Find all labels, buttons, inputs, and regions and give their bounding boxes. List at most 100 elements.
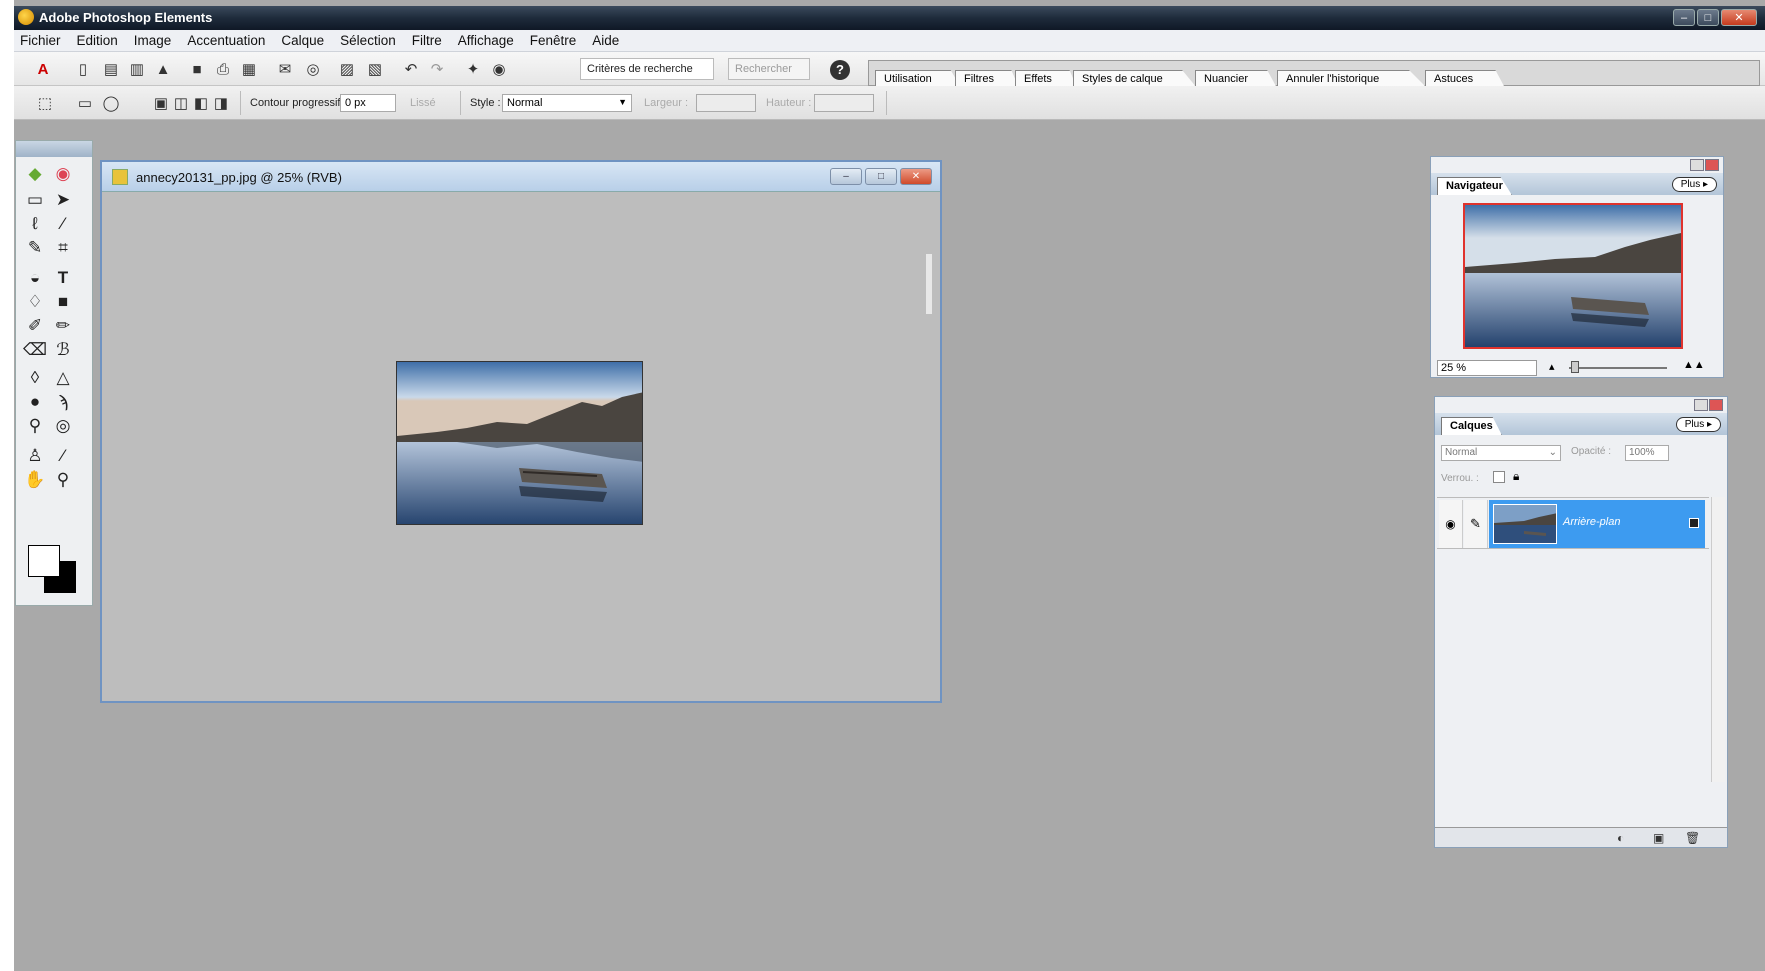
width-input[interactable] — [696, 94, 756, 112]
selection-mode-icon[interactable]: ⬚ — [36, 94, 54, 112]
foreground-color-swatch[interactable] — [28, 545, 60, 577]
intersect-selection-icon[interactable]: ◨ — [212, 94, 230, 112]
layers-scrollbar[interactable] — [1711, 497, 1725, 782]
dodge-tool-icon[interactable]: ⚲ — [24, 415, 46, 437]
new-selection-icon[interactable]: ▣ — [152, 94, 170, 112]
add-selection-icon[interactable]: ◫ — [172, 94, 190, 112]
sponge-tool-icon[interactable]: ● — [24, 391, 46, 413]
scanner-icon[interactable]: ▥ — [128, 60, 146, 78]
layers-close-button[interactable] — [1709, 399, 1723, 411]
web-icon[interactable]: ▦ — [240, 60, 258, 78]
zoom-out-icon[interactable]: ▴ — [1549, 360, 1555, 373]
layers-minimize-button[interactable] — [1694, 399, 1708, 411]
help-icon[interactable]: ? — [830, 60, 850, 80]
navigator-thumbnail[interactable] — [1463, 203, 1683, 349]
opacity-input[interactable]: 100% — [1625, 445, 1669, 461]
eraser-tool-icon[interactable]: ⌫ — [23, 339, 47, 361]
blend-mode-select[interactable]: Normal ⌄ — [1441, 445, 1561, 461]
visibility-eye-icon[interactable]: ◉ — [1439, 500, 1463, 548]
impressionist-brush-icon[interactable]: ℬ — [52, 339, 74, 361]
marquee-tool-icon[interactable]: ▭ — [24, 189, 46, 211]
camera-import-icon[interactable]: ▲ — [154, 60, 172, 78]
menu-fichier[interactable]: Fichier — [20, 33, 61, 48]
move-tool-icon[interactable]: ➤ — [52, 189, 74, 211]
red-eye-tool-icon[interactable]: ◉ — [52, 163, 74, 185]
crop-tool-icon[interactable]: ⌗ — [52, 237, 74, 259]
selection-brush-icon[interactable]: ✎ — [24, 237, 46, 259]
eyedropper-icon[interactable]: ⁄ — [52, 445, 74, 467]
zoom-input[interactable]: 25 % — [1437, 360, 1537, 376]
new-adjustment-layer-icon[interactable]: ◐ — [1617, 831, 1624, 845]
share-icon[interactable]: ◎ — [304, 60, 322, 78]
menu-aide[interactable]: Aide — [592, 33, 619, 48]
cookie-cutter-icon[interactable]: ◒ — [24, 267, 46, 289]
search-input[interactable]: Critères de recherche — [580, 58, 714, 80]
delete-layer-icon[interactable]: 🗑︎ — [1685, 831, 1700, 845]
navigator-close-button[interactable] — [1705, 159, 1719, 171]
menu-accentuation[interactable]: Accentuation — [187, 33, 265, 48]
doc-close-button[interactable]: ✕ — [900, 168, 932, 185]
doc-minimize-button[interactable]: – — [830, 168, 862, 185]
lock-all-icon[interactable]: 🔒︎ — [1513, 469, 1519, 484]
quick-fix-icon[interactable]: ✦ — [464, 60, 482, 78]
clone-stamp-icon[interactable]: ♙ — [24, 445, 46, 467]
brush-tool-icon[interactable]: ✐ — [24, 315, 46, 337]
adobe-logo-icon[interactable]: A — [34, 60, 52, 78]
pencil-tool-icon[interactable]: ✏ — [52, 315, 74, 337]
burn-tool-icon[interactable]: ◎ — [52, 415, 74, 437]
undo-icon[interactable]: ↶ — [402, 60, 420, 78]
navigator-minimize-button[interactable] — [1690, 159, 1704, 171]
height-input[interactable] — [814, 94, 874, 112]
toolbox-header[interactable] — [16, 141, 92, 157]
save-icon[interactable]: ■ — [188, 60, 206, 78]
style-select[interactable]: Normal ▼ — [502, 94, 632, 112]
sharpen-tool-icon[interactable]: △ — [52, 367, 74, 389]
quick-fix-tool-icon[interactable]: ◆ — [24, 163, 46, 185]
navigator-more-button[interactable]: Plus ▸ — [1671, 177, 1717, 192]
blur-tool-icon[interactable]: ◊ — [24, 367, 46, 389]
type-tool-icon[interactable]: T — [52, 267, 74, 289]
doc-maximize-button[interactable]: □ — [865, 168, 897, 185]
attach-icon[interactable]: ✉ — [276, 60, 294, 78]
print-icon[interactable]: ⎙ — [214, 60, 232, 78]
open-file-icon[interactable]: ▤ — [102, 60, 120, 78]
zoom-tool-icon[interactable]: ⚲ — [52, 469, 74, 491]
new-file-icon[interactable]: ▯ — [74, 60, 92, 78]
minimize-button[interactable]: – — [1673, 9, 1695, 26]
zoom-in-icon[interactable]: ▲▲ — [1683, 359, 1705, 371]
smudge-tool-icon[interactable]: ϡ — [52, 391, 74, 413]
layers-tab[interactable]: Calques — [1441, 417, 1502, 435]
layer-selected[interactable]: Arrière-plan — [1489, 500, 1705, 548]
elliptical-marquee-icon[interactable]: ◯ — [102, 94, 120, 112]
magic-wand-tool-icon[interactable]: ⁄ — [52, 213, 74, 235]
menu-selection[interactable]: Sélection — [340, 33, 396, 48]
menu-image[interactable]: Image — [134, 33, 172, 48]
menu-filtre[interactable]: Filtre — [412, 33, 442, 48]
layers-more-button[interactable]: Plus ▸ — [1675, 417, 1721, 432]
lock-transparency-icon[interactable] — [1493, 471, 1505, 483]
redo-icon[interactable]: ↷ — [428, 60, 446, 78]
layer-row[interactable]: ◉ ✎ Arrière-plan — [1437, 497, 1709, 549]
organizer-icon[interactable]: ◉ — [490, 60, 508, 78]
navigator-tab[interactable]: Navigateur — [1437, 177, 1512, 195]
search-button[interactable]: Rechercher — [728, 58, 810, 80]
subtract-selection-icon[interactable]: ◧ — [192, 94, 210, 112]
feather-input[interactable]: 0 px — [340, 94, 396, 112]
paint-bucket-icon[interactable]: ♢ — [24, 291, 46, 313]
zoom-slider-handle[interactable] — [1571, 361, 1579, 373]
menu-edition[interactable]: Edition — [77, 33, 118, 48]
zoom-slider-track[interactable] — [1569, 367, 1667, 369]
create-icon[interactable]: ▧ — [366, 60, 384, 78]
rectangular-marquee-icon[interactable]: ▭ — [76, 94, 94, 112]
hand-tool-icon[interactable]: ✋ — [24, 469, 46, 491]
antialias-checkbox[interactable]: Lissé — [410, 97, 436, 109]
menu-calque[interactable]: Calque — [281, 33, 324, 48]
close-button[interactable]: ✕ — [1721, 9, 1757, 26]
lasso-tool-icon[interactable]: ℓ — [24, 213, 46, 235]
layer-link-icon[interactable]: ✎ — [1464, 500, 1488, 548]
gradient-tool-icon[interactable]: ■ — [52, 291, 74, 313]
maximize-button[interactable]: □ — [1697, 9, 1719, 26]
print-preview-icon[interactable]: ▨ — [338, 60, 356, 78]
scrollbar[interactable] — [926, 254, 932, 314]
new-layer-icon[interactable]: ▣ — [1653, 831, 1664, 845]
